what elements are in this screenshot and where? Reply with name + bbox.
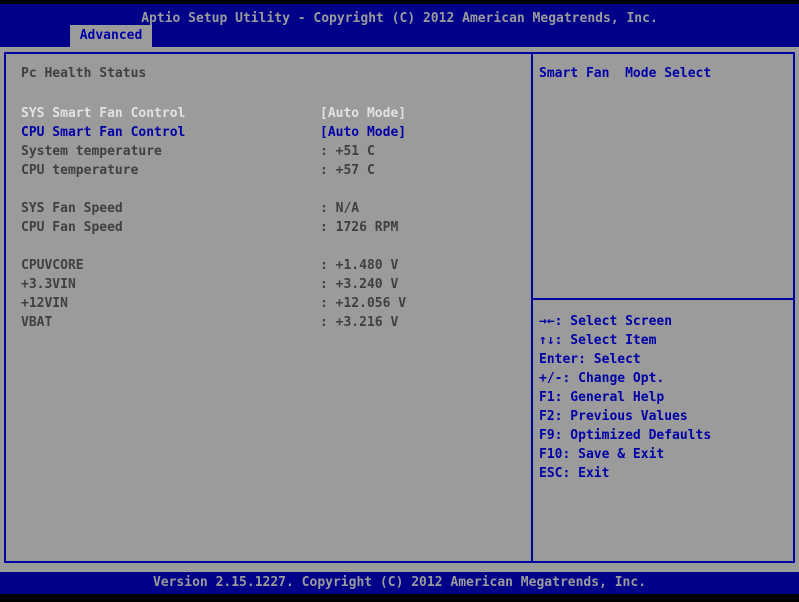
setting-label: SYS Smart Fan Control — [21, 106, 185, 121]
key-hint-save-exit: F10: Save & Exit — [539, 445, 711, 464]
tab-advanced[interactable]: Advanced — [70, 25, 152, 49]
bottom-black-strip — [0, 594, 799, 602]
row-cpu-temperature: CPU temperature : +57 C — [6, 161, 531, 180]
settings-rows: SYS Smart Fan Control [Auto Mode] CPU Sm… — [6, 104, 531, 332]
reading-label: System temperature — [21, 144, 162, 159]
reading-label: CPUVCORE — [21, 258, 84, 273]
panel-box: Pc Health Status SYS Smart Fan Control [… — [4, 52, 795, 563]
reading-value: : +51 C — [320, 142, 375, 161]
setting-label: CPU Smart Fan Control — [21, 125, 185, 140]
item-help-text: Smart Fan Mode Select — [539, 66, 711, 81]
help-pane: Smart Fan Mode Select →←: Select Screen … — [533, 54, 793, 561]
key-hint-select-item: ↑↓: Select Item — [539, 331, 711, 350]
footer-bar: Version 2.15.1227. Copyright (C) 2012 Am… — [0, 572, 799, 594]
setting-value: [Auto Mode] — [320, 104, 406, 123]
reading-label: VBAT — [21, 315, 52, 330]
key-hint-previous-values: F2: Previous Values — [539, 407, 711, 426]
reading-value: : N/A — [320, 199, 359, 218]
reading-label: +12VIN — [21, 296, 68, 311]
key-legend: →←: Select Screen ↑↓: Select Item Enter:… — [539, 312, 711, 483]
row-12vin: +12VIN : +12.056 V — [6, 294, 531, 313]
reading-value: : +3.240 V — [320, 275, 398, 294]
settings-pane: Pc Health Status SYS Smart Fan Control [… — [6, 54, 531, 561]
reading-value: : +1.480 V — [320, 256, 398, 275]
key-hint-enter-select: Enter: Select — [539, 350, 711, 369]
reading-value: : 1726 RPM — [320, 218, 398, 237]
tab-advanced-label: Advanced — [80, 28, 143, 43]
setting-value: [Auto Mode] — [320, 123, 406, 142]
row-sys-fan-speed: SYS Fan Speed : N/A — [6, 199, 531, 218]
key-hint-optimized-defaults: F9: Optimized Defaults — [539, 426, 711, 445]
page-title: Pc Health Status — [21, 66, 146, 81]
help-divider — [533, 298, 793, 300]
key-hint-select-screen: →←: Select Screen — [539, 312, 711, 331]
row-cpuvcore: CPUVCORE : +1.480 V — [6, 256, 531, 275]
reading-label: +3.3VIN — [21, 277, 76, 292]
key-hint-change-opt: +/-: Change Opt. — [539, 369, 711, 388]
reading-value: : +12.056 V — [320, 294, 406, 313]
reading-label: SYS Fan Speed — [21, 201, 123, 216]
row-cpu-smart-fan-control[interactable]: CPU Smart Fan Control [Auto Mode] — [6, 123, 531, 142]
reading-label: CPU Fan Speed — [21, 220, 123, 235]
app-title: Aptio Setup Utility - Copyright (C) 2012… — [0, 11, 799, 26]
row-vbat: VBAT : +3.216 V — [6, 313, 531, 332]
row-cpu-fan-speed: CPU Fan Speed : 1726 RPM — [6, 218, 531, 237]
main-body: Pc Health Status SYS Smart Fan Control [… — [0, 47, 799, 572]
version-text: Version 2.15.1227. Copyright (C) 2012 Am… — [0, 572, 799, 593]
reading-value: : +57 C — [320, 161, 375, 180]
reading-value: : +3.216 V — [320, 313, 398, 332]
reading-label: CPU temperature — [21, 163, 138, 178]
row-3-3vin: +3.3VIN : +3.240 V — [6, 275, 531, 294]
key-hint-esc-exit: ESC: Exit — [539, 464, 711, 483]
key-hint-general-help: F1: General Help — [539, 388, 711, 407]
row-sys-smart-fan-control[interactable]: SYS Smart Fan Control [Auto Mode] — [6, 104, 531, 123]
row-system-temperature: System temperature : +51 C — [6, 142, 531, 161]
bios-setup-screen: Aptio Setup Utility - Copyright (C) 2012… — [0, 0, 799, 602]
